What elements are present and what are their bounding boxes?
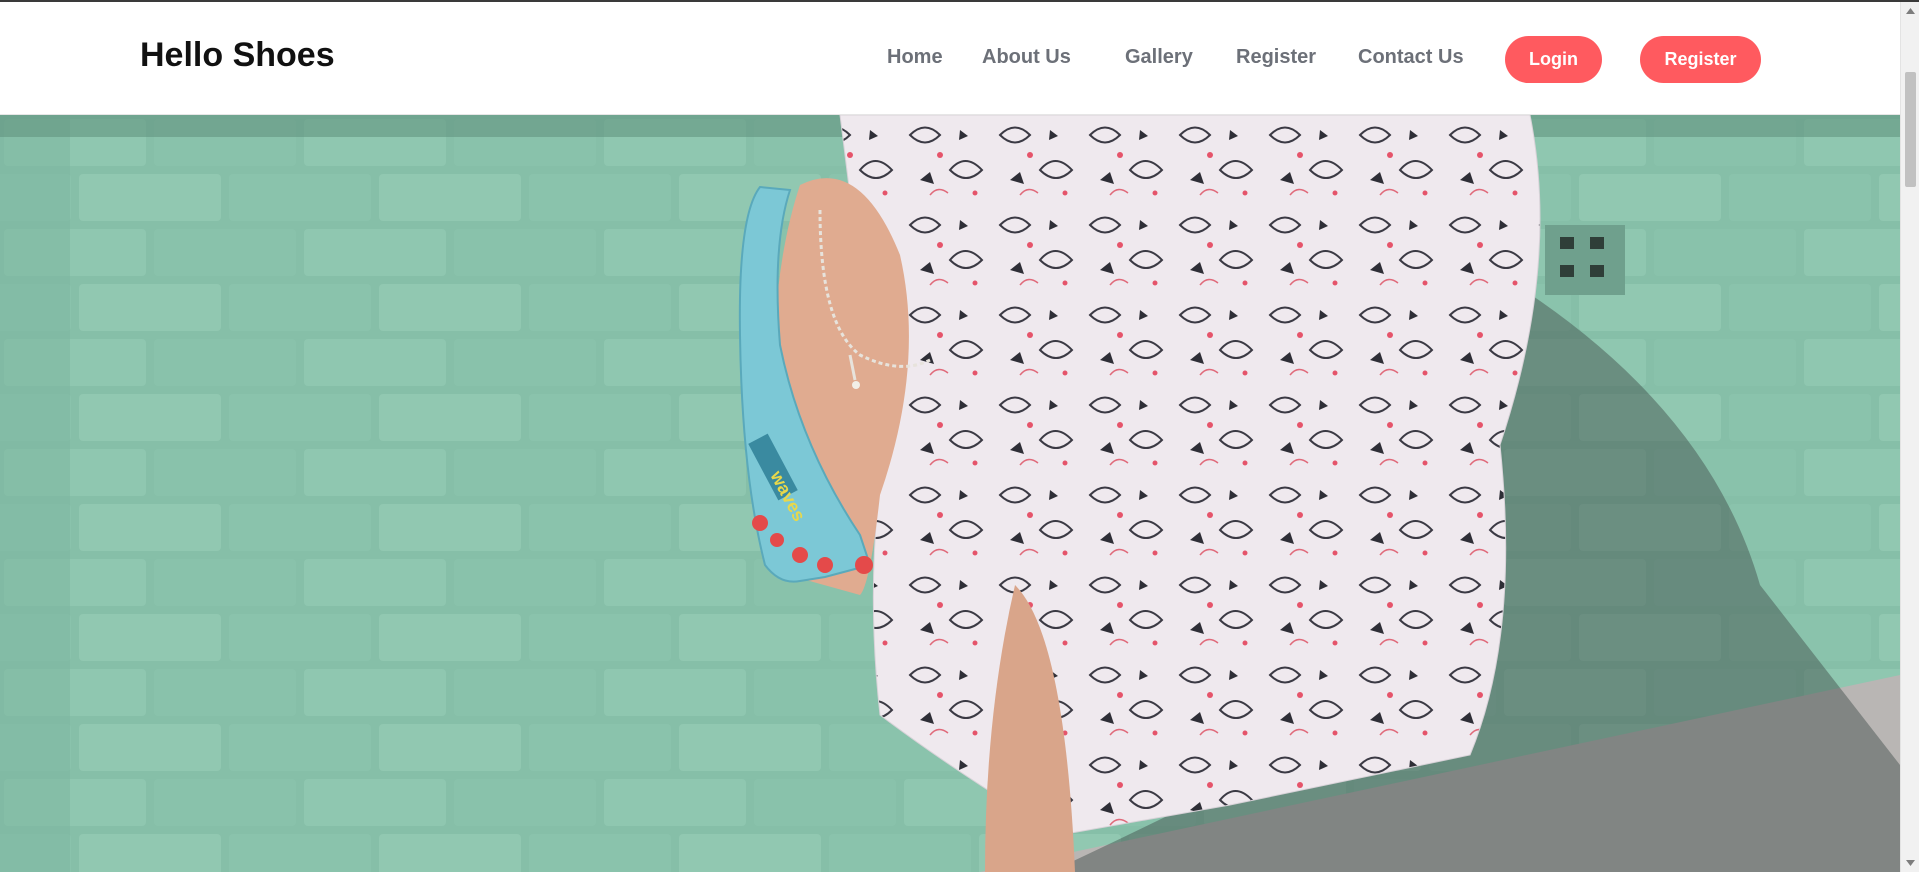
hero-illustration: waves [0, 115, 1900, 872]
nav-link-about-us[interactable]: About Us [982, 46, 1071, 69]
floral-dress [839, 115, 1541, 836]
hero-image: waves [0, 115, 1900, 872]
scroll-up-icon[interactable] [1901, 4, 1919, 18]
nav-link-gallery[interactable]: Gallery [1125, 46, 1193, 69]
login-button[interactable]: Login [1505, 36, 1602, 83]
brand-logo[interactable]: Hello Shoes [140, 36, 335, 75]
nav-link-contact-us[interactable]: Contact Us [1358, 46, 1464, 69]
register-button[interactable]: Register [1640, 36, 1761, 83]
navbar: Hello Shoes Home About Us Gallery Regist… [0, 2, 1900, 115]
nav-link-home[interactable]: Home [887, 46, 943, 69]
scroll-thumb[interactable] [1905, 72, 1916, 187]
scroll-down-icon[interactable] [1901, 856, 1919, 870]
nav-link-register[interactable]: Register [1236, 46, 1316, 69]
vertical-scrollbar[interactable] [1900, 2, 1919, 872]
